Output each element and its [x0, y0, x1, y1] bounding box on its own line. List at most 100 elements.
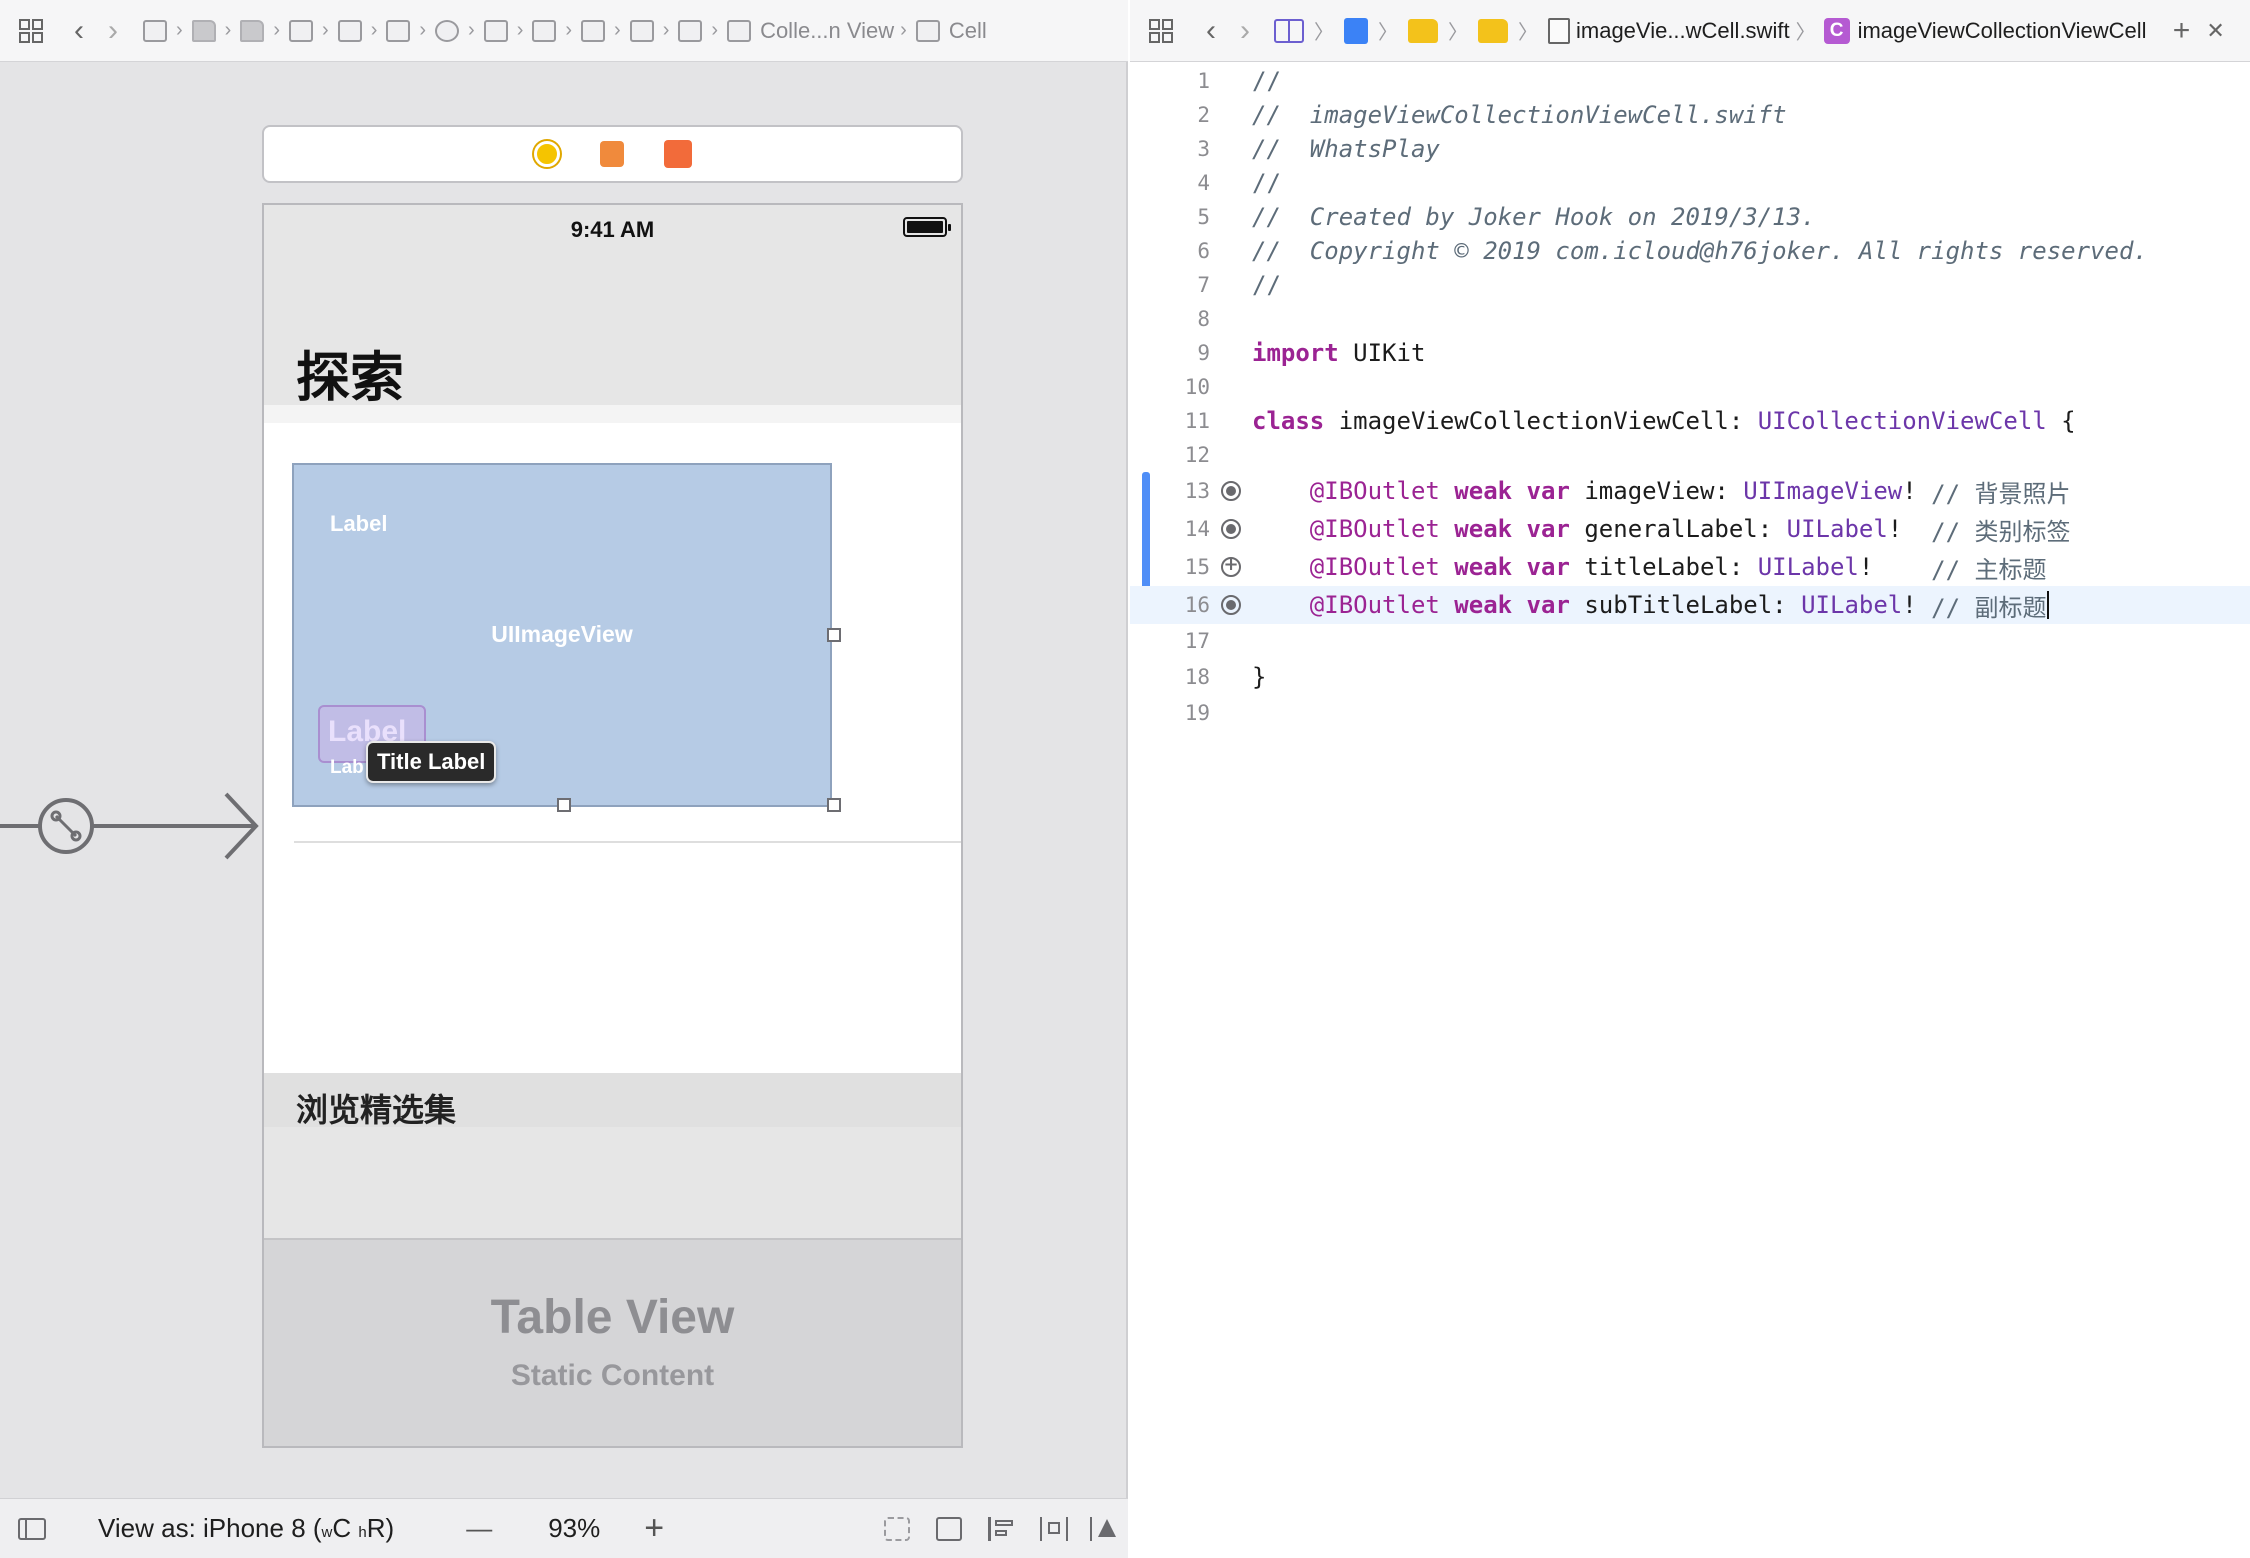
property-name: generalLabel: — [1584, 515, 1787, 543]
crumb-separator-icon: › — [468, 19, 475, 41]
code-editor-pane: ‹ › 〉 〉 〉 〉 imageVie...wCell.swift 〉 C i… — [1130, 0, 2250, 1558]
subtitle-label[interactable]: Lab — [330, 757, 364, 779]
crumb-class-name[interactable]: imageViewCollectionViewCell — [1858, 18, 2147, 44]
cube-icon[interactable] — [532, 19, 557, 42]
add-constraints-icon[interactable] — [1040, 1516, 1069, 1541]
outlet-line-current: 16 @IBOutlet weak var subTitleLabel: UIL… — [1130, 586, 2250, 624]
size-class-h: h — [358, 1524, 367, 1541]
scene-dock — [262, 125, 963, 183]
comment: // — [1252, 271, 1281, 299]
outlet-connected-icon[interactable] — [1221, 595, 1241, 615]
line-number: 2 — [1197, 103, 1210, 127]
crumb-separator-icon: › — [370, 19, 378, 41]
forward-icon[interactable]: › — [1228, 14, 1262, 48]
update-frames-icon[interactable] — [884, 1516, 911, 1541]
property-name: subTitleLabel: — [1584, 591, 1802, 619]
exit-icon[interactable] — [663, 140, 692, 168]
keyword: weak var — [1439, 591, 1585, 619]
resolve-auto-layout-icon[interactable] — [1090, 1516, 1120, 1541]
resize-handle-bottom-right[interactable] — [827, 798, 841, 812]
code-text: UIKit — [1338, 339, 1426, 367]
folder-icon[interactable] — [191, 19, 216, 42]
controller-icon[interactable] — [435, 19, 460, 42]
add-editor-button[interactable]: + — [2165, 14, 2199, 48]
line-number: 5 — [1197, 205, 1210, 229]
storyboard-base-icon[interactable] — [337, 19, 362, 42]
crumb-separator-icon: 〉 — [1795, 22, 1816, 44]
crumb-separator-icon: › — [614, 19, 621, 41]
iphone-scene-canvas[interactable]: 9:41 AM 探索 Label UIImageView Label Lab T… — [262, 203, 963, 1448]
source-code[interactable]: 1 // 2 // imageViewCollectionViewCell.swif… — [1130, 64, 2250, 730]
table-view-placeholder[interactable]: Table View Static Content — [264, 1238, 961, 1446]
code-line: 1 // — [1130, 64, 2250, 98]
line-number: 4 — [1197, 171, 1210, 195]
cell-icon[interactable] — [915, 19, 940, 42]
section-header[interactable]: 浏览精选集 — [264, 1073, 961, 1128]
related-items-icon[interactable] — [14, 14, 48, 48]
line-number: 19 — [1184, 701, 1210, 725]
align-icon[interactable] — [988, 1516, 1014, 1541]
swift-file-icon[interactable] — [1548, 17, 1570, 44]
document-outline-toggle-icon[interactable] — [18, 1517, 46, 1540]
crumb-separator-icon: › — [419, 19, 427, 41]
table-cell-icon[interactable] — [581, 19, 606, 42]
code-line: 4 // — [1130, 166, 2250, 200]
section-title[interactable]: 浏览精选集 — [296, 1085, 456, 1131]
storyboard-file-icon[interactable] — [143, 19, 167, 42]
crumb-cell[interactable]: Cell — [949, 18, 987, 44]
interface-builder-pane: ‹ › › › › › › › › › › › › › Colle...n Vi… — [0, 0, 1128, 1558]
segue-arrow[interactable] — [0, 790, 262, 862]
related-items-icon[interactable] — [1144, 14, 1178, 48]
content-view-icon[interactable] — [678, 19, 703, 42]
comment: // 类别标签 — [1931, 517, 2071, 546]
content-view-icon[interactable] — [629, 19, 654, 42]
close-editor-button[interactable]: ✕ — [2199, 14, 2233, 48]
folder-icon[interactable] — [1478, 18, 1508, 43]
crumb-separator-icon: › — [516, 19, 524, 41]
view-icon[interactable] — [483, 19, 508, 42]
scene-icon[interactable] — [386, 19, 411, 42]
folder-icon[interactable] — [1408, 18, 1438, 43]
large-title[interactable]: 探索 — [296, 333, 404, 412]
collection-view-icon[interactable] — [727, 19, 752, 42]
code-text: } — [1252, 663, 1267, 691]
canvas-bottom-bar: View as: iPhone 8 (wC hR) — 93% + — [0, 1498, 1128, 1558]
code-line: 9 import UIKit — [1130, 336, 2250, 370]
outlet-connected-icon[interactable] — [1221, 519, 1241, 539]
back-icon[interactable]: ‹ — [62, 14, 96, 48]
storyboard-icon[interactable] — [289, 19, 314, 42]
zoom-in-button[interactable]: + — [644, 1509, 664, 1548]
resize-handle-right[interactable] — [827, 628, 841, 642]
line-number: 18 — [1184, 665, 1210, 689]
folder-icon[interactable] — [240, 19, 265, 42]
line-number: 12 — [1184, 443, 1210, 467]
crumb-file-name[interactable]: imageVie...wCell.swift — [1576, 18, 1790, 44]
outlet-connect-plus-icon[interactable] — [1221, 554, 1241, 577]
table-view-cell[interactable]: Label UIImageView Label Lab Title Label — [264, 423, 961, 1073]
view-as-device-button[interactable]: View as: iPhone 8 (wC hR) — [98, 1513, 394, 1544]
crumb-separator-icon: › — [273, 19, 281, 41]
crumb-separator-icon: 〉 — [1378, 22, 1398, 44]
assistant-split-icon[interactable] — [1274, 18, 1304, 43]
code-text: { — [2046, 407, 2076, 435]
line-number: 13 — [1184, 479, 1210, 503]
code-text: ! — [1887, 515, 1932, 543]
forward-icon[interactable]: › — [96, 14, 130, 48]
zoom-out-button[interactable]: — — [466, 1513, 492, 1544]
view-controller-icon[interactable] — [533, 141, 560, 167]
first-responder-icon[interactable] — [599, 141, 624, 167]
attribute: @IBOutlet — [1309, 515, 1440, 543]
zoom-level[interactable]: 93% — [548, 1513, 600, 1544]
outlet-connected-icon[interactable] — [1221, 481, 1241, 501]
crumb-collection-view[interactable]: Colle...n View — [760, 18, 894, 44]
class-name: imageViewCollectionViewCell: — [1324, 407, 1758, 435]
image-view[interactable]: Label UIImageView Label Lab Title Label — [292, 463, 841, 812]
embed-in-icon[interactable] — [936, 1516, 963, 1541]
outlet-line: 14 @IBOutlet weak var generalLabel: UILa… — [1130, 510, 2250, 548]
comment: // 背景照片 — [1931, 479, 2071, 508]
xcode-project-icon[interactable] — [1344, 17, 1368, 44]
general-label[interactable]: Label — [330, 511, 387, 537]
resize-handle-bottom[interactable] — [557, 798, 571, 812]
back-icon[interactable]: ‹ — [1194, 14, 1228, 48]
crumb-separator-icon: › — [900, 19, 907, 41]
